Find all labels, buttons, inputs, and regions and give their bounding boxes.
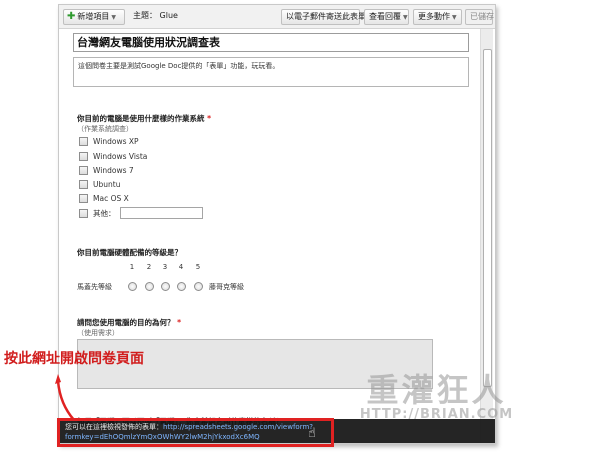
scrollbar-thumb[interactable] — [483, 49, 492, 387]
plus-icon: ✚ — [67, 11, 76, 22]
more-actions-label: 更多動作 — [418, 12, 450, 21]
q3-title: 請問您使用電腦的目的為何？ * — [77, 317, 181, 328]
q3-title-text: 請問您使用電腦的目的為何？ — [77, 318, 175, 327]
checkbox[interactable] — [79, 151, 88, 161]
checkbox[interactable] — [79, 208, 88, 218]
toolbar: ✚ 新增項目 ▼ 主題： Glue 以電子郵件寄送此表單 查看回覆 ▼ 更多動作 ▼ 已… — [59, 5, 495, 29]
scale-radio-4[interactable] — [177, 282, 186, 291]
option-label: Windows XP — [93, 136, 139, 146]
theme-value[interactable]: Glue — [160, 11, 178, 20]
q1-option-4[interactable]: Mac OS X — [79, 192, 129, 204]
option-label: Ubuntu — [93, 179, 121, 189]
chevron-down-icon: ▼ — [452, 14, 457, 21]
new-item-button[interactable]: ✚ 新增項目 ▼ — [63, 9, 125, 25]
q1-help-text: （作業系統調查） — [77, 125, 133, 133]
checkbox[interactable] — [79, 179, 88, 189]
new-item-label: 新增項目 — [77, 12, 110, 21]
theme-label: 主題： — [133, 11, 157, 20]
email-form-button[interactable]: 以電子郵件寄送此表單 — [281, 9, 366, 25]
more-actions-button[interactable]: 更多動作 ▼ — [413, 9, 462, 25]
other-label: 其他： — [93, 208, 116, 218]
required-mark: * — [207, 114, 212, 123]
scale-radio-1[interactable] — [128, 282, 137, 291]
annotation-arrow-icon — [55, 374, 75, 421]
scale-number: 5 — [195, 263, 201, 271]
chevron-down-icon: ▼ — [403, 14, 408, 21]
view-responses-label: 查看回覆 — [369, 12, 401, 21]
q1-option-3[interactable]: Ubuntu — [79, 178, 120, 190]
option-label: Windows 7 — [93, 165, 134, 175]
checkbox[interactable] — [79, 136, 88, 146]
scale-high-label: 藤哥克等級 — [209, 283, 244, 291]
q2-title: 你目前電腦硬體配備的等級是？ — [77, 248, 182, 257]
q1-title-text: 你目前的電腦是使用什麼樣的作業系統 — [77, 114, 205, 123]
annotation-label: 按此網址開啟問卷頁面 — [4, 351, 144, 367]
q1-option-0[interactable]: Windows XP — [79, 135, 139, 147]
scale-radio-2[interactable] — [145, 282, 154, 291]
view-responses-button[interactable]: 查看回覆 ▼ — [364, 9, 409, 25]
scrollbar[interactable] — [480, 29, 493, 443]
scale-low-label: 馬蓋先等級 — [77, 283, 112, 291]
scale-number: 3 — [162, 263, 168, 271]
scale-number: 1 — [129, 263, 135, 271]
form-body: 台灣網友電腦使用狀況調查表 這個問卷主要是測試Google Doc提供的「表單」… — [69, 31, 477, 443]
q3-help-text: （使用需求） — [77, 329, 119, 337]
q1-option-2[interactable]: Windows 7 — [79, 164, 134, 176]
scale-radio-5[interactable] — [194, 282, 203, 291]
form-title-field[interactable]: 台灣網友電腦使用狀況調查表 — [73, 33, 469, 52]
checkbox[interactable] — [79, 165, 88, 175]
saved-button[interactable]: 已儲存 — [465, 9, 494, 25]
checkbox[interactable] — [79, 193, 88, 203]
annotation-highlight-box — [57, 418, 334, 447]
q1-title: 你目前的電腦是使用什麼樣的作業系統 * — [77, 113, 211, 124]
q1-option-1[interactable]: Windows Vista — [79, 150, 147, 162]
scale-number: 4 — [178, 263, 184, 271]
scale-number: 2 — [146, 263, 152, 271]
q1-option-other[interactable]: 其他： — [79, 207, 203, 219]
option-label: Mac OS X — [93, 193, 129, 203]
option-label: Windows Vista — [93, 151, 148, 161]
form-description-field[interactable]: 這個問卷主要是測試Google Doc提供的「表單」功能，玩玩看。 — [73, 57, 469, 87]
theme-selector[interactable]: 主題： Glue — [129, 9, 187, 25]
other-text-input[interactable] — [119, 207, 203, 219]
scale-radio-3[interactable] — [161, 282, 170, 291]
form-editor-window: ✚ 新增項目 ▼ 主題： Glue 以電子郵件寄送此表單 查看回覆 ▼ 更多動作 ▼ 已… — [58, 4, 496, 444]
chevron-down-icon: ▼ — [111, 14, 117, 21]
required-mark: * — [177, 318, 182, 327]
